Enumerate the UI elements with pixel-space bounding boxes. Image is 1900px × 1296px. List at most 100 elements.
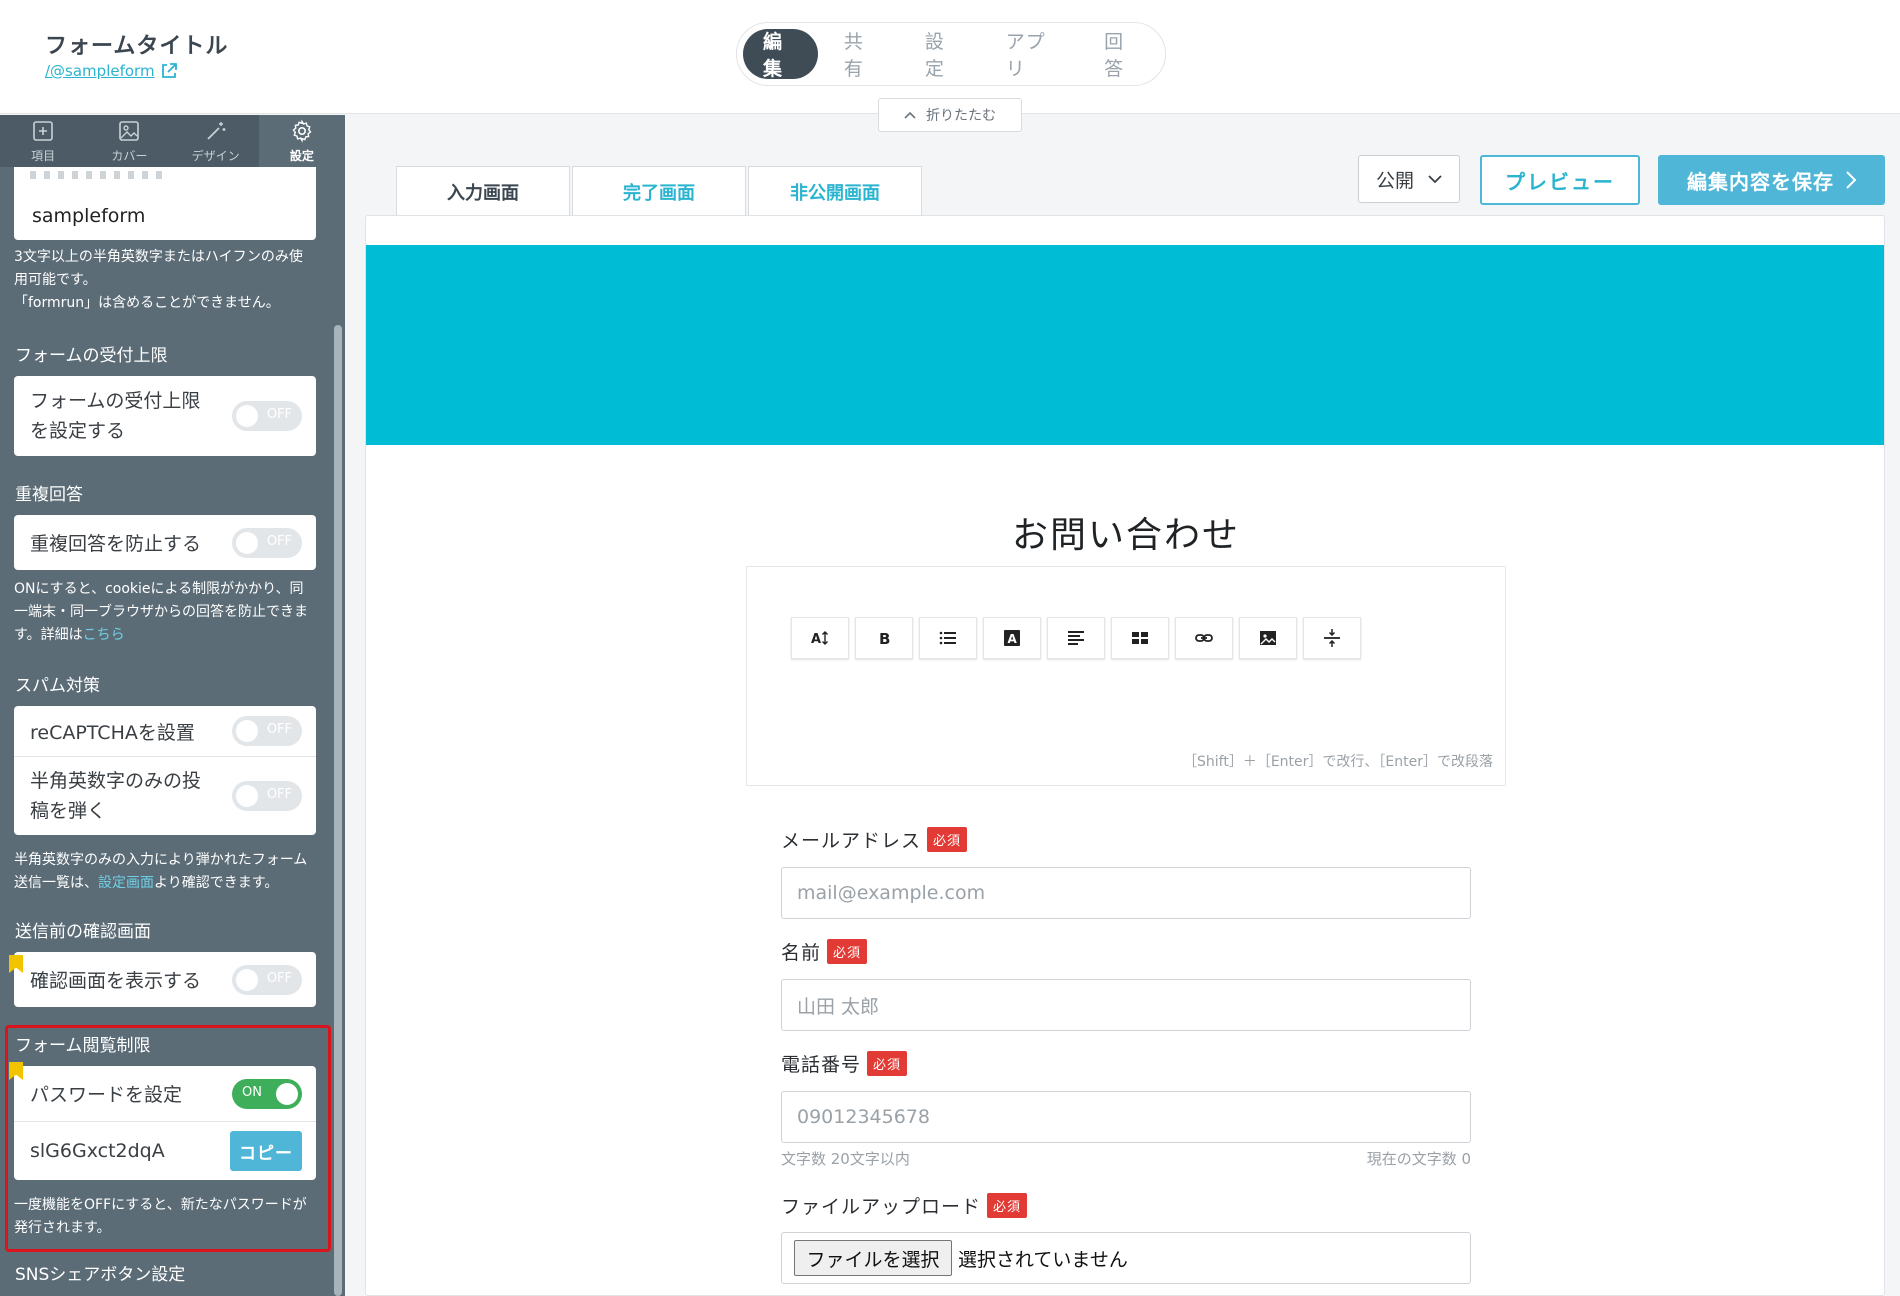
rich-text-editor[interactable]: A B A ［Shift］＋［Enter］で改行、［Enter］で改段落 bbox=[746, 566, 1506, 786]
highlight-box bbox=[5, 1025, 331, 1252]
form-heading[interactable]: お問い合わせ bbox=[366, 506, 1884, 558]
duplicate-toggle[interactable]: OFF bbox=[232, 527, 302, 558]
phone-input[interactable]: 09012345678 bbox=[781, 1091, 1471, 1143]
toggle-state: OFF bbox=[266, 533, 292, 549]
cover-banner[interactable] bbox=[366, 245, 1884, 445]
spam-card: reCAPTCHAを設置 OFF 半角英数字のみの投 稿を弾く OFF bbox=[14, 706, 316, 835]
spam-note-tail: より確認できます。 bbox=[154, 875, 279, 891]
table-icon bbox=[1132, 632, 1148, 644]
preview-button[interactable]: プレビュー bbox=[1480, 155, 1640, 205]
confirm-toggle[interactable]: OFF bbox=[232, 964, 302, 995]
link-icon bbox=[1195, 634, 1213, 642]
save-button-label[interactable]: 編集内容を保存 bbox=[1687, 166, 1834, 195]
toggle-knob bbox=[236, 785, 258, 807]
divider-icon bbox=[1324, 629, 1340, 647]
publish-status-value[interactable]: 公開 bbox=[1376, 166, 1414, 193]
link-button[interactable] bbox=[1175, 617, 1233, 659]
list-button[interactable] bbox=[919, 617, 977, 659]
toggle-state: OFF bbox=[266, 787, 292, 802]
tab-private-screen[interactable]: 非公開画面 bbox=[748, 166, 922, 216]
sidebar-tab-settings[interactable]: 設定 bbox=[258, 115, 345, 167]
publish-status-select[interactable]: 公開 bbox=[1358, 155, 1460, 203]
duplicate-detail-link[interactable]: こちら bbox=[83, 627, 125, 643]
slug-note: 3文字以上の半角英数字またはハイフンのみ使用可能です。 「formrun」は含め… bbox=[14, 246, 316, 315]
duplicate-card: 重複回答を防止する OFF bbox=[14, 515, 316, 570]
nav-tab-edit[interactable]: 編集 bbox=[743, 29, 818, 80]
choose-file-button[interactable]: ファイルを選択 bbox=[794, 1240, 952, 1276]
sidebar-tab-design-label[interactable]: デザイン bbox=[192, 147, 240, 164]
save-button[interactable]: 編集内容を保存 bbox=[1658, 155, 1885, 205]
spam-section-title: スパム対策 bbox=[15, 676, 100, 696]
alnum-block-row[interactable]: 半角英数字のみの投 稿を弾く OFF bbox=[14, 756, 316, 835]
phone-char-count: 現在の文字数 0 bbox=[1366, 1150, 1471, 1168]
sidebar-tab-items-label[interactable]: 項目 bbox=[31, 147, 55, 164]
bold-button[interactable]: B bbox=[855, 617, 913, 659]
nav-tab-settings[interactable]: 設定 bbox=[905, 29, 980, 80]
limit-card: フォームの受付上限 を設定する OFF bbox=[14, 376, 316, 456]
sidebar-tab-cover-label[interactable]: カバー bbox=[111, 147, 147, 164]
external-link-icon[interactable] bbox=[161, 63, 177, 79]
spam-note: 半角英数字のみの入力により弾かれたフォーム送信一覧は、設定画面より確認できます。 bbox=[14, 849, 316, 895]
sidebar-tab-cover[interactable]: カバー bbox=[86, 115, 172, 167]
required-badge: 必須 bbox=[927, 827, 968, 852]
svg-text:A: A bbox=[811, 632, 821, 647]
align-left-icon bbox=[1068, 631, 1084, 645]
collapse-label[interactable]: 折りたたむ bbox=[926, 105, 996, 125]
alnum-label: 半角英数字のみの投 稿を弾く bbox=[30, 766, 201, 826]
divider-button[interactable] bbox=[1303, 617, 1361, 659]
chevron-up-icon bbox=[904, 111, 916, 119]
email-field-label: メールアドレス 必須 bbox=[781, 826, 968, 853]
form-canvas: お問い合わせ A B A ［Shift］＋［Enter］で改行、［Enter］で… bbox=[365, 215, 1885, 1296]
name-input[interactable]: 山田 太郎 bbox=[781, 979, 1471, 1031]
editor-toolbar: A B A bbox=[791, 617, 1361, 659]
toggle-knob bbox=[236, 405, 258, 427]
file-label-text: ファイルアップロード bbox=[781, 1196, 982, 1218]
tab-input-screen[interactable]: 入力画面 bbox=[396, 166, 570, 217]
text-color-button[interactable]: A bbox=[983, 617, 1041, 659]
font-size-button[interactable]: A bbox=[791, 617, 849, 659]
nav-tab-apps[interactable]: アプリ bbox=[986, 29, 1078, 80]
duplicate-row[interactable]: 重複回答を防止する OFF bbox=[14, 515, 316, 570]
confirm-section-title: 送信前の確認画面 bbox=[15, 922, 151, 942]
bold-icon: B bbox=[879, 630, 890, 648]
table-button[interactable] bbox=[1111, 617, 1169, 659]
font-size-icon: A bbox=[811, 631, 828, 647]
nav-tab-responses[interactable]: 回答 bbox=[1084, 29, 1159, 80]
limit-toggle[interactable]: OFF bbox=[232, 401, 302, 431]
limit-label-line1: フォームの受付上限 bbox=[30, 390, 201, 412]
sidebar-tab-settings-label[interactable]: 設定 bbox=[290, 147, 314, 164]
list-icon bbox=[939, 631, 956, 645]
sidebar-scrollbar[interactable] bbox=[334, 325, 342, 1296]
form-url-text[interactable]: /@sampleform bbox=[45, 62, 155, 80]
duplicate-section-title: 重複回答 bbox=[15, 485, 83, 505]
confirm-label: 確認画面を表示する bbox=[30, 970, 202, 992]
recaptcha-toggle[interactable]: OFF bbox=[232, 716, 302, 746]
alnum-block-toggle[interactable]: OFF bbox=[232, 781, 302, 811]
align-button[interactable] bbox=[1047, 617, 1105, 659]
page-tabs: 入力画面 完了画面 非公開画面 bbox=[396, 166, 922, 217]
form-url-link[interactable]: /@sampleform bbox=[45, 62, 177, 80]
duplicate-note: ONにすると、cookieによる制限がかかり、同一端末・同一ブラウザからの回答を… bbox=[14, 578, 316, 647]
image-insert-button[interactable] bbox=[1239, 617, 1297, 659]
name-label-text: 名前 bbox=[781, 942, 822, 964]
slug-note-line2: 「formrun」は含めることができません。 bbox=[14, 295, 280, 311]
nav-tab-share[interactable]: 共有 bbox=[824, 29, 899, 80]
limit-section-title: フォームの受付上限 bbox=[15, 346, 168, 366]
svg-text:B: B bbox=[879, 630, 890, 648]
sidebar-tab-design[interactable]: デザイン bbox=[173, 115, 259, 167]
slug-value[interactable]: sampleform bbox=[32, 205, 145, 227]
sns-section-title: SNSシェアボタン設定 bbox=[15, 1265, 186, 1285]
confirm-row[interactable]: 確認画面を表示する OFF bbox=[14, 952, 316, 1007]
sidebar-tab-items[interactable]: 項目 bbox=[0, 115, 86, 167]
settings-screen-link[interactable]: 設定画面 bbox=[98, 875, 154, 891]
obscured-text bbox=[30, 171, 170, 179]
recaptcha-row[interactable]: reCAPTCHAを設置 OFF bbox=[14, 706, 316, 756]
tab-complete-screen[interactable]: 完了画面 bbox=[572, 166, 746, 216]
limit-row[interactable]: フォームの受付上限 を設定する OFF bbox=[14, 376, 316, 456]
file-status: 選択されていません bbox=[958, 1248, 1128, 1271]
duplicate-note-text: ONにすると、cookieによる制限がかかり、同一端末・同一ブラウザからの回答を… bbox=[14, 581, 308, 643]
email-label-text: メールアドレス bbox=[781, 830, 922, 852]
collapse-button[interactable]: 折りたたむ bbox=[878, 98, 1022, 132]
email-input[interactable]: mail@example.com bbox=[781, 867, 1471, 919]
slug-input[interactable]: sampleform bbox=[14, 167, 316, 240]
